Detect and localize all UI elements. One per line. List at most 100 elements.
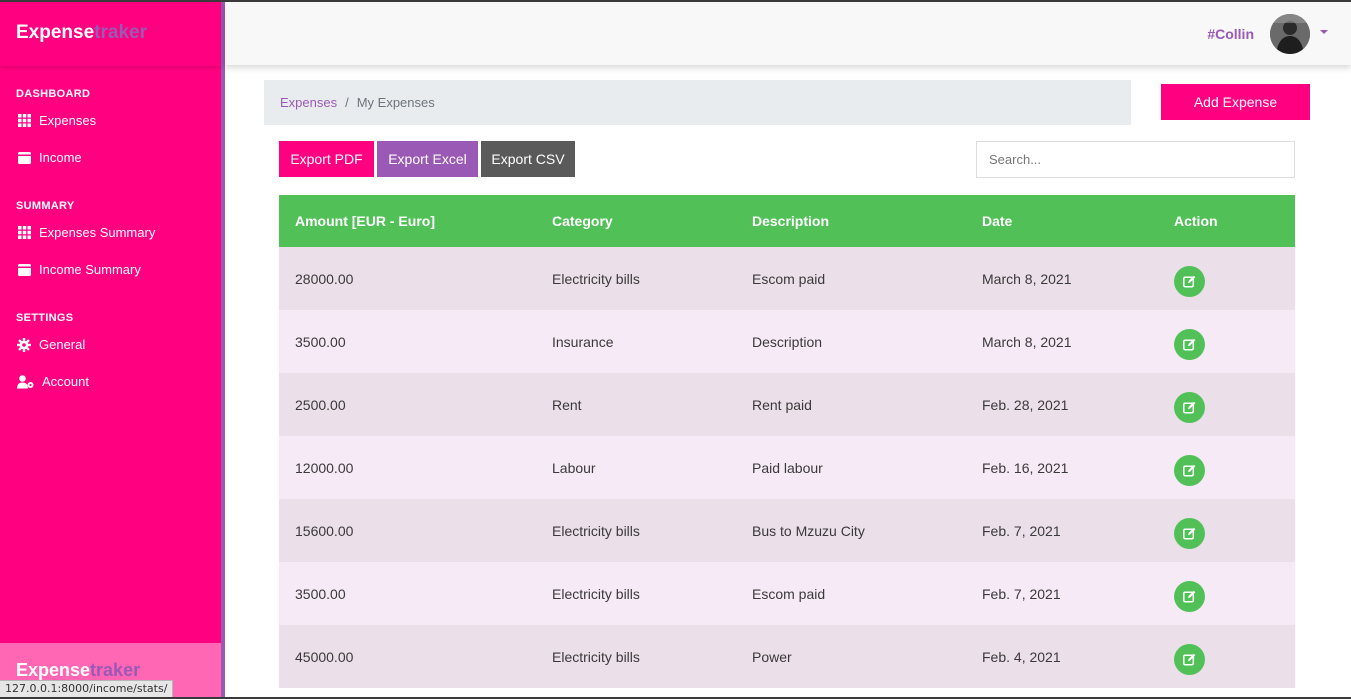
- cell-description: Power: [752, 648, 792, 665]
- cell-amount: 3500.00: [295, 333, 346, 350]
- table-row: 3500.00 Insurance Description March 8, 2…: [279, 310, 1295, 373]
- grid-icon: [16, 225, 32, 241]
- search-input[interactable]: [976, 141, 1295, 178]
- cell-amount: 12000.00: [295, 459, 354, 476]
- edit-icon: [1183, 464, 1196, 477]
- table-row: 3500.00 Electricity bills Escom paid Feb…: [279, 562, 1295, 625]
- edit-button[interactable]: [1174, 329, 1205, 360]
- cell-description: Rent paid: [752, 396, 812, 413]
- sidebar-item-income-summary[interactable]: Income Summary: [0, 251, 221, 288]
- cell-category: Electricity bills: [552, 522, 640, 539]
- edit-icon: [1183, 275, 1196, 288]
- edit-icon: [1183, 527, 1196, 540]
- column-header-description: Description: [752, 213, 830, 229]
- cell-category: Electricity bills: [552, 648, 640, 665]
- sidebar-item-label: Income Summary: [39, 262, 141, 277]
- footer-brand-part2: traker: [90, 660, 141, 680]
- cell-category: Electricity bills: [552, 270, 640, 287]
- table-row: 28000.00 Electricity bills Escom paid Ma…: [279, 247, 1295, 310]
- cell-description: Escom paid: [752, 585, 826, 602]
- expenses-table: Amount [EUR - Euro] Category Description…: [279, 195, 1295, 697]
- cell-date: Feb. 4, 2021: [982, 648, 1061, 665]
- avatar[interactable]: [1270, 14, 1310, 54]
- edit-button[interactable]: [1174, 518, 1205, 549]
- table-row: 45000.00 Electricity bills Power Feb. 4,…: [279, 625, 1295, 688]
- sidebar-item-expenses-summary[interactable]: Expenses Summary: [0, 214, 221, 251]
- edit-button[interactable]: [1174, 266, 1205, 297]
- add-expense-button[interactable]: Add Expense: [1161, 84, 1310, 120]
- cell-category: Rent: [552, 396, 582, 413]
- cell-date: Feb. 16, 2021: [982, 459, 1069, 476]
- username[interactable]: #Collin: [1207, 26, 1254, 42]
- cell-action: [1174, 449, 1295, 486]
- sidebar-item-income[interactable]: Income: [0, 139, 221, 176]
- sidebar-item-expenses[interactable]: Expenses: [0, 102, 221, 139]
- cell-action: [1174, 575, 1295, 612]
- sidebar: Expensetraker DASHBOARD Expenses Income …: [0, 0, 221, 699]
- topbar: #Collin: [225, 2, 1351, 65]
- cell-description: Escom paid: [752, 270, 826, 287]
- sidebar-item-label: Expenses Summary: [39, 225, 156, 240]
- cell-date: Feb. 7, 2021: [982, 585, 1061, 602]
- sidebar-item-label: General: [39, 337, 86, 352]
- table-header: Amount [EUR - Euro] Category Description…: [279, 195, 1295, 247]
- export-pdf-button[interactable]: Export PDF: [279, 141, 374, 177]
- column-header-action: Action: [1174, 213, 1218, 229]
- edit-button[interactable]: [1174, 455, 1205, 486]
- section-dashboard-title: DASHBOARD: [16, 88, 91, 100]
- window-frame-top: [0, 0, 1351, 2]
- brand-logo[interactable]: Expensetraker: [0, 0, 221, 66]
- sidebar-item-general[interactable]: General: [0, 326, 221, 363]
- export-excel-button[interactable]: Export Excel: [377, 141, 478, 177]
- footer-brand-part1: Expense: [16, 660, 91, 680]
- brand-part1: Expense: [16, 22, 95, 43]
- gear-icon: [16, 337, 32, 353]
- cell-category: Electricity bills: [552, 585, 640, 602]
- table-row: 12000.00 Labour Paid labour Feb. 16, 202…: [279, 436, 1295, 499]
- edit-button[interactable]: [1174, 581, 1205, 612]
- cell-description: Bus to Mzuzu City: [752, 522, 865, 539]
- cell-action: [1174, 260, 1295, 297]
- cell-description: Paid labour: [752, 459, 823, 476]
- cell-amount: 3500.00: [295, 585, 346, 602]
- cell-action: [1174, 323, 1295, 360]
- export-csv-button[interactable]: Export CSV: [481, 141, 575, 177]
- cell-amount: 2500.00: [295, 396, 346, 413]
- browser-status-url: 127.0.0.1:8000/income/stats/: [0, 680, 174, 697]
- chevron-down-icon[interactable]: [1320, 30, 1328, 34]
- table-row: 2500.00 Rent Rent paid Feb. 28, 2021: [279, 373, 1295, 436]
- edit-icon: [1183, 590, 1196, 603]
- edit-icon: [1183, 401, 1196, 414]
- sidebar-item-account[interactable]: Account: [0, 363, 221, 400]
- sidebar-item-label: Income: [39, 150, 82, 165]
- column-header-date: Date: [982, 213, 1013, 229]
- cell-amount: 15600.00: [295, 522, 354, 539]
- breadcrumb-separator: /: [345, 95, 349, 110]
- edit-button[interactable]: [1174, 392, 1205, 423]
- section-summary-title: SUMMARY: [16, 200, 75, 212]
- sidebar-divider: [221, 0, 225, 699]
- wallet-icon: [16, 150, 32, 166]
- edit-icon: [1183, 338, 1196, 351]
- edit-button[interactable]: [1174, 644, 1205, 675]
- grid-icon: [16, 113, 32, 129]
- sidebar-item-label: Account: [42, 374, 89, 389]
- brand-part2: traker: [94, 22, 147, 43]
- cell-amount: 28000.00: [295, 270, 354, 287]
- column-header-amount: Amount [EUR - Euro]: [295, 213, 435, 229]
- cell-category: Labour: [552, 459, 596, 476]
- user-cog-icon: [16, 374, 35, 390]
- wallet-icon: [16, 262, 32, 278]
- cell-date: March 8, 2021: [982, 270, 1072, 287]
- cell-action: [1174, 386, 1295, 423]
- breadcrumb-link-expenses[interactable]: Expenses: [280, 95, 337, 110]
- edit-icon: [1183, 653, 1196, 666]
- table-row: 15600.00 Electricity bills Bus to Mzuzu …: [279, 499, 1295, 562]
- cell-action: [1174, 638, 1295, 675]
- cell-amount: 45000.00: [295, 648, 354, 665]
- cell-action: [1174, 512, 1295, 549]
- cell-date: Feb. 7, 2021: [982, 522, 1061, 539]
- section-settings-title: SETTINGS: [16, 312, 74, 324]
- breadcrumb-current: My Expenses: [356, 95, 435, 110]
- breadcrumb: Expenses / My Expenses: [264, 80, 1131, 125]
